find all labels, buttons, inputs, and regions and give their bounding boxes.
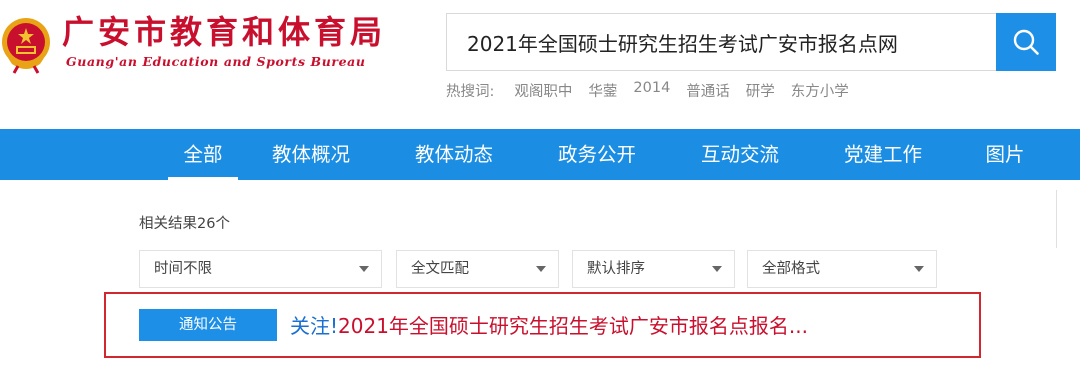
filter-label: 全部格式 — [762, 261, 820, 277]
search-icon — [1013, 29, 1039, 55]
filter-label: 默认排序 — [587, 261, 645, 277]
main-nav: 全部 教体概况 教体动态 政务公开 互动交流 党建工作 图片 — [0, 129, 1080, 180]
caret-down-icon — [359, 266, 369, 272]
category-badge[interactable]: 通知公告 — [139, 309, 277, 341]
search-input[interactable] — [447, 14, 996, 70]
nav-tab-government-affairs[interactable]: 政务公开 — [552, 129, 642, 180]
caret-down-icon — [536, 266, 546, 272]
nav-tab-party-building[interactable]: 党建工作 — [838, 129, 928, 180]
result-title-text: 2021年全国硕士研究生招生考试广安市报名点报名... — [338, 314, 809, 338]
hot-search-item[interactable]: 研学 — [746, 80, 775, 101]
result-count: 相关结果26个 — [139, 216, 230, 232]
divider — [1056, 190, 1057, 248]
nav-tab-all[interactable]: 全部 — [168, 129, 238, 180]
filter-label: 全文匹配 — [411, 261, 469, 277]
hot-search-item[interactable]: 2014 — [633, 80, 670, 101]
caret-down-icon — [914, 266, 924, 272]
filter-match[interactable]: 全文匹配 — [396, 250, 559, 288]
hot-searches-label: 热搜词: — [446, 84, 495, 100]
hot-search-item[interactable]: 普通话 — [686, 80, 730, 101]
site-title: 广安市教育和体育局 — [62, 13, 387, 51]
filter-label: 时间不限 — [154, 261, 212, 277]
nav-tab-overview[interactable]: 教体概况 — [266, 129, 356, 180]
search-box — [446, 13, 996, 71]
filter-time[interactable]: 时间不限 — [139, 250, 382, 288]
nav-tab-interaction[interactable]: 互动交流 — [695, 129, 785, 180]
search-button[interactable] — [996, 13, 1056, 71]
filter-sort[interactable]: 默认排序 — [572, 250, 735, 288]
hot-search-item[interactable]: 华蓥 — [588, 80, 617, 101]
national-emblem-icon — [2, 18, 50, 74]
nav-tab-images[interactable]: 图片 — [982, 129, 1028, 180]
caret-down-icon — [712, 266, 722, 272]
nav-tab-news[interactable]: 教体动态 — [409, 129, 499, 180]
hot-search-item[interactable]: 东方小学 — [791, 80, 849, 101]
site-subtitle: Guang'an Education and Sports Bureau — [66, 54, 366, 69]
hot-searches: 热搜词: 观阁职中 华蓥 2014 普通话 研学 东方小学 — [446, 80, 865, 101]
filter-format[interactable]: 全部格式 — [747, 250, 937, 288]
result-title-link[interactable]: 关注!2021年全国硕士研究生招生考试广安市报名点报名... — [290, 309, 808, 343]
result-title-prefix: 关注! — [290, 314, 339, 338]
hot-search-item[interactable]: 观阁职中 — [514, 80, 572, 101]
